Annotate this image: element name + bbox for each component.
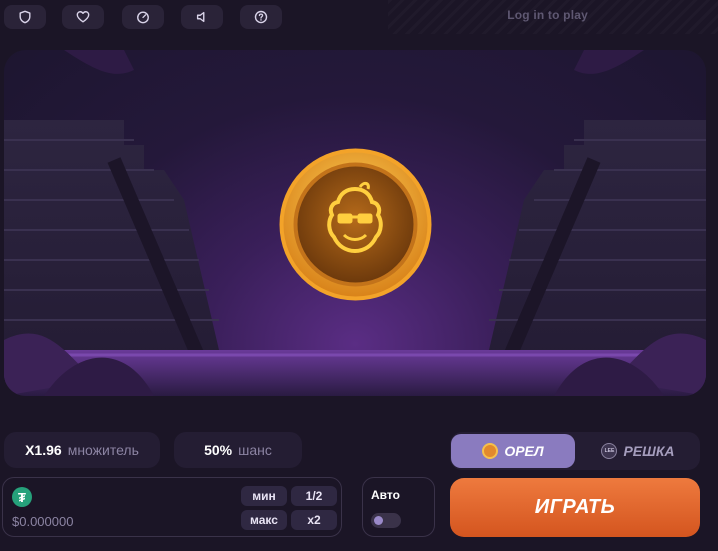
- bet-amount-input[interactable]: $0.000000: [12, 514, 73, 529]
- lee-coin-icon: LEE: [601, 443, 618, 459]
- shield-button[interactable]: [4, 5, 46, 29]
- chance-display: 50% шанс: [174, 432, 302, 468]
- toggle-knob: [374, 516, 383, 525]
- tether-icon: ₮: [12, 487, 32, 507]
- double-bet-button[interactable]: x2: [291, 510, 337, 530]
- login-link[interactable]: Log in to play: [507, 8, 588, 22]
- play-button[interactable]: ИГРАТЬ: [450, 478, 700, 537]
- multiplier-value: X1.96: [25, 442, 62, 458]
- auto-box: Авто: [362, 477, 435, 537]
- chance-label: шанс: [238, 442, 272, 458]
- tails-label: РЕШКА: [623, 443, 675, 459]
- speedometer-icon: [137, 11, 149, 24]
- game-scene: [4, 50, 706, 396]
- multiplier-label: множитель: [67, 442, 139, 458]
- top-bar: Log in to play: [0, 0, 718, 34]
- volume-icon: [196, 11, 205, 23]
- bet-amount-box[interactable]: ₮ $0.000000 мин 1/2 макс x2: [2, 477, 342, 537]
- shield-icon: [19, 10, 31, 24]
- heads-option[interactable]: ОРЕЛ: [451, 434, 575, 468]
- coin-heads: [279, 148, 432, 301]
- chance-value: 50%: [204, 442, 233, 458]
- speed-button[interactable]: [122, 5, 164, 29]
- auto-toggle[interactable]: [371, 513, 401, 528]
- tails-option[interactable]: LEE РЕШКА: [576, 434, 700, 468]
- side-selector: ОРЕЛ LEE РЕШКА: [450, 432, 700, 470]
- help-button[interactable]: [240, 5, 282, 29]
- favorite-button[interactable]: [62, 5, 104, 29]
- half-bet-button[interactable]: 1/2: [291, 486, 337, 506]
- help-icon: [254, 10, 268, 24]
- auto-label: Авто: [371, 488, 400, 502]
- multiplier-display: X1.96 множитель: [4, 432, 160, 468]
- monkey-coin-icon: [482, 443, 499, 459]
- max-bet-button[interactable]: макс: [241, 510, 287, 530]
- min-bet-button[interactable]: мин: [241, 486, 287, 506]
- heart-icon: [76, 11, 90, 23]
- heads-label: ОРЕЛ: [504, 443, 544, 459]
- sound-button[interactable]: [181, 5, 223, 29]
